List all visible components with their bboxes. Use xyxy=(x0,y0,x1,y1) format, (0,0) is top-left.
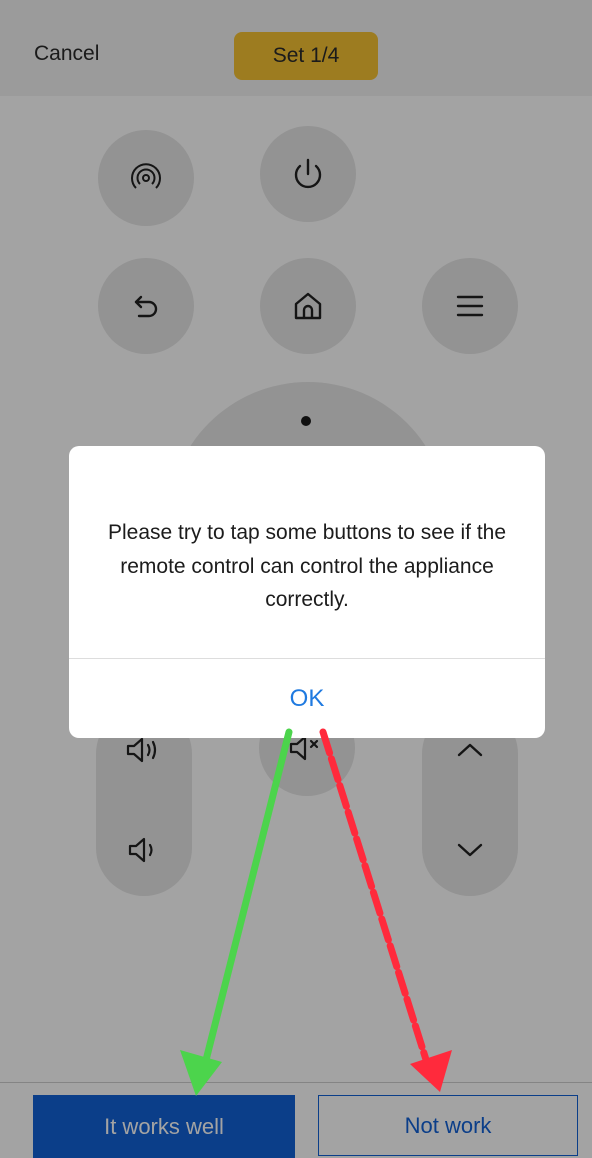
ok-button[interactable]: OK xyxy=(69,659,545,738)
confirm-dialog: Please try to tap some buttons to see if… xyxy=(69,446,545,738)
dialog-message: Please try to tap some buttons to see if… xyxy=(107,521,507,612)
screen: Cancel Set 1/4 It works well Not work Pl… xyxy=(0,0,592,1158)
